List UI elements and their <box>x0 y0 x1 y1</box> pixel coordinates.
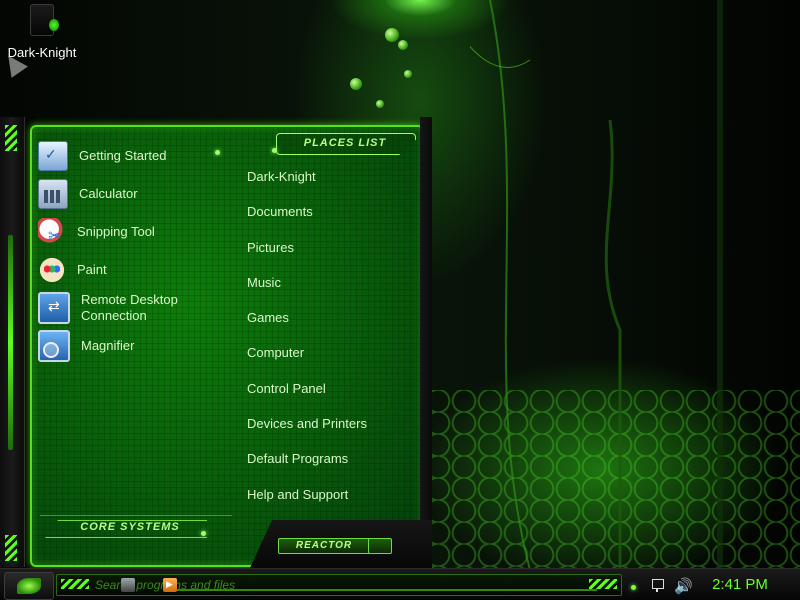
network-icon[interactable] <box>650 579 666 593</box>
place-item-pictures[interactable]: Pictures <box>247 230 417 265</box>
indicator-dot <box>272 148 277 153</box>
stripe-decoration <box>61 579 89 589</box>
place-item-music[interactable]: Music <box>247 265 417 300</box>
place-item-control-panel[interactable]: Control Panel <box>247 371 417 406</box>
start-menu-frame-right <box>420 117 432 567</box>
nvidia-logo-icon <box>17 578 41 594</box>
media-player-icon[interactable] <box>163 578 177 592</box>
start-menu-frame-left <box>0 117 25 567</box>
places-list-title: PLACES LIST <box>303 137 387 149</box>
paint-icon <box>38 256 66 284</box>
search-glow-track <box>177 589 597 591</box>
wallpaper-glow-lines <box>470 0 723 570</box>
wallpaper-orb <box>398 40 408 50</box>
reactor-button[interactable]: REACTOR <box>278 538 370 554</box>
remote-desktop-icon <box>38 292 70 324</box>
search-bar <box>56 574 622 596</box>
place-item-documents[interactable]: Documents <box>247 194 417 229</box>
program-label: Calculator <box>79 186 138 201</box>
frame-stripe-decoration <box>5 535 17 561</box>
place-item-computer[interactable]: Computer <box>247 335 417 370</box>
program-label: Remote Desktop Connection <box>81 292 178 323</box>
program-item-remote-desktop[interactable]: Remote Desktop Connection <box>38 289 228 327</box>
place-item-user[interactable]: Dark-Knight <box>247 159 417 194</box>
place-item-default-programs[interactable]: Default Programs <box>247 441 417 476</box>
program-label: Getting Started <box>79 148 167 163</box>
place-item-help-support[interactable]: Help and Support <box>247 477 417 512</box>
wallpaper-orb <box>385 28 399 42</box>
place-item-devices-printers[interactable]: Devices and Printers <box>247 406 417 441</box>
core-systems-label[interactable]: CORE SYSTEMS <box>60 521 200 533</box>
taskbar-app-icon[interactable] <box>121 578 135 592</box>
tray-indicator-dot <box>631 585 636 590</box>
snipping-tool-icon <box>38 218 66 246</box>
system-clock[interactable]: 2:41 PM <box>700 576 780 593</box>
program-label: Paint <box>77 262 107 277</box>
program-item-getting-started[interactable]: Getting Started <box>38 137 228 175</box>
stripe-decoration <box>589 579 617 589</box>
wallpaper-orb <box>376 100 384 108</box>
desktop: Dark-Knight Getting Started Calculator S… <box>0 0 800 600</box>
places-list: Dark-Knight Documents Pictures Music Gam… <box>247 159 417 512</box>
place-item-games[interactable]: Games <box>247 300 417 335</box>
indicator-dot <box>215 150 220 155</box>
computer-icon <box>30 4 59 36</box>
wallpaper-orb <box>350 78 362 90</box>
program-label: Snipping Tool <box>77 224 155 239</box>
reactor-options-button[interactable] <box>368 538 392 554</box>
program-list: Getting Started Calculator Snipping Tool… <box>38 137 228 365</box>
program-item-magnifier[interactable]: Magnifier <box>38 327 228 365</box>
program-label: Magnifier <box>81 338 135 353</box>
magnifier-icon <box>38 330 70 362</box>
start-menu: Getting Started Calculator Snipping Tool… <box>0 117 432 568</box>
program-item-paint[interactable]: Paint <box>38 251 228 289</box>
indicator-dot <box>201 531 206 536</box>
core-systems-divider <box>40 515 232 516</box>
frame-stripe-decoration <box>5 125 17 151</box>
frame-glow-bar <box>8 235 13 450</box>
program-item-snipping-tool[interactable]: Snipping Tool <box>38 213 228 251</box>
calculator-icon <box>38 179 68 209</box>
taskbar: 🔊 2:41 PM <box>0 568 800 600</box>
start-button[interactable] <box>4 572 54 600</box>
program-item-calculator[interactable]: Calculator <box>38 175 228 213</box>
getting-started-icon <box>38 141 68 171</box>
volume-icon[interactable]: 🔊 <box>674 577 693 595</box>
wallpaper-orb <box>404 70 412 78</box>
